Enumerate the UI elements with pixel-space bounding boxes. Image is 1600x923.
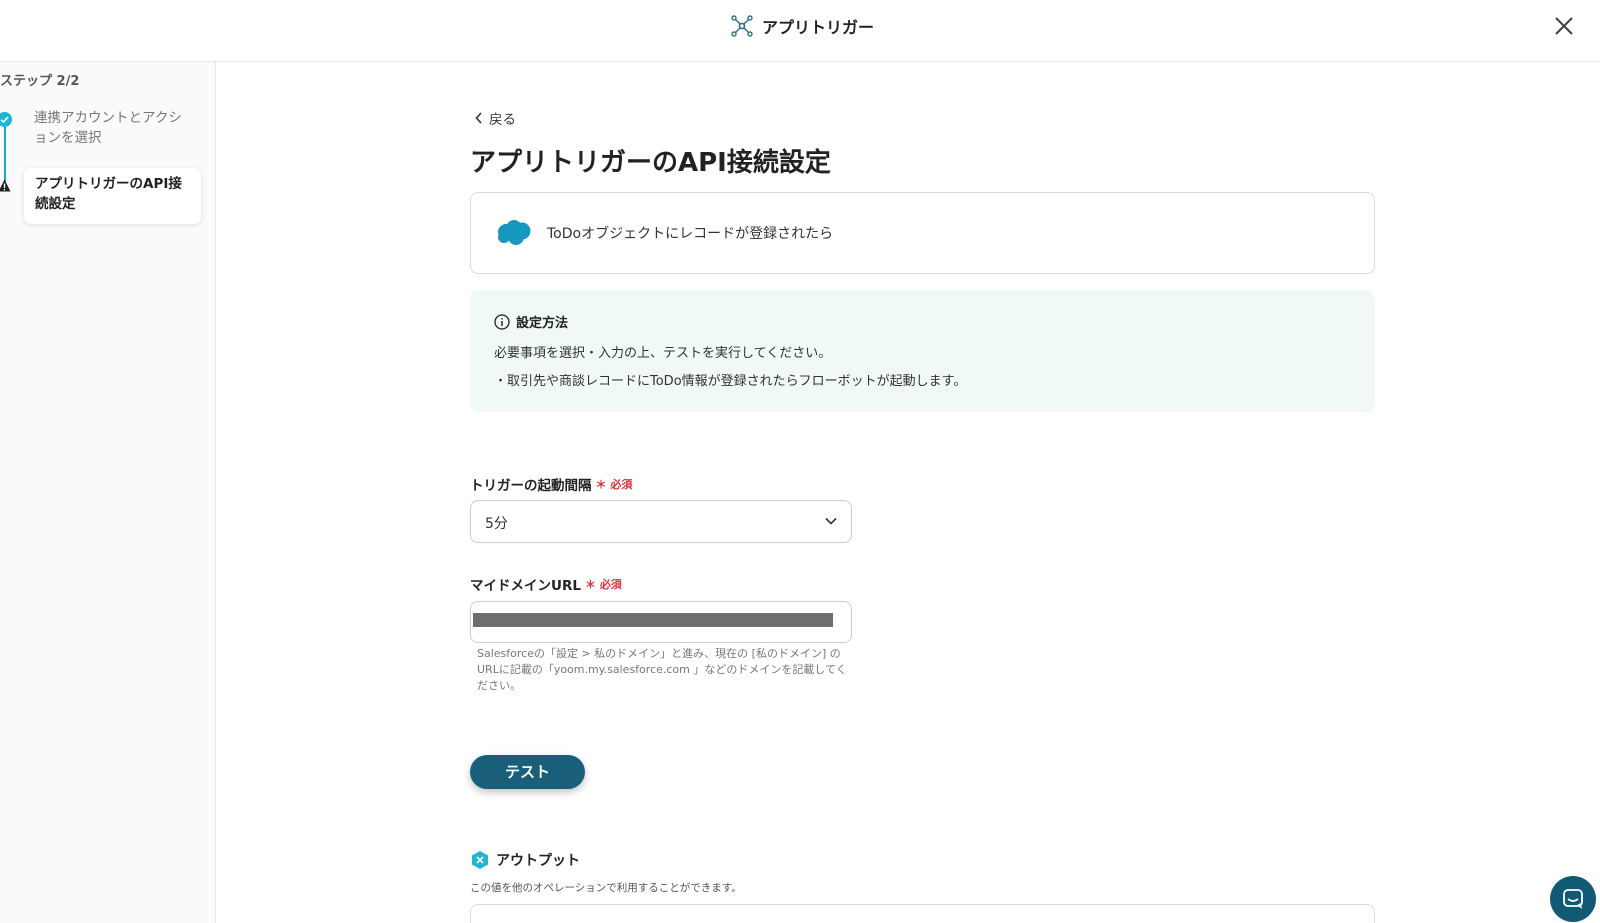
output-heading-text: アウトプット: [496, 853, 580, 869]
network-icon: [731, 15, 753, 37]
output-panel: [470, 904, 1375, 923]
redacted-value: [473, 613, 833, 627]
instructions-panel: 設定方法 必要事項を選択・入力の上、テストを実行してください。 ・取引先や商談レ…: [470, 290, 1375, 412]
required-badge: ＊ 必須: [595, 478, 633, 491]
page-title: アプリトリガーのAPI接続設定: [470, 148, 831, 178]
instructions-line-2: ・取引先や商談レコードにToDo情報が登録されたらフローボットが起動します。: [494, 374, 967, 389]
step-connector: [4, 120, 6, 184]
output-heading: アウトプット: [470, 850, 580, 870]
chevron-left-icon: [475, 112, 482, 124]
step-counter: ステップ 2/2: [0, 74, 80, 89]
domain-label-text: マイドメインURL: [470, 578, 581, 594]
output-icon: [472, 851, 488, 869]
sidebar-step-api-settings[interactable]: アプリトリガーのAPI接続設定: [24, 168, 201, 224]
instructions-heading: 設定方法: [494, 312, 568, 331]
check-icon: [0, 112, 12, 127]
back-link[interactable]: 戻る: [475, 108, 516, 128]
header-title-group: アプリトリガー: [730, 14, 874, 38]
required-badge: ＊ 必須: [584, 578, 622, 591]
chevron-down-icon: [825, 517, 837, 525]
warning-icon: [0, 179, 11, 192]
instructions-line-1: 必要事項を選択・入力の上、テストを実行してください。: [494, 346, 832, 361]
step-sidebar: ステップ 2/2 連携アカウントとアクションを選択 アプリトリガーのAPI接続設…: [0, 62, 216, 923]
domain-field-hint: Salesforceの「設定 > 私のドメイン」と進み、現在の [私のドメイン]…: [477, 647, 847, 692]
chat-icon: [1563, 889, 1583, 909]
output-description: この値を他のオペレーションで利用することができます。: [470, 882, 742, 894]
domain-field-label: マイドメインURL ＊ 必須: [470, 574, 622, 594]
back-label: 戻る: [489, 112, 516, 128]
trigger-interval-value: 5分: [485, 516, 508, 532]
trigger-interval-select[interactable]: 5分: [470, 500, 852, 543]
test-button[interactable]: テスト: [470, 755, 585, 789]
top-bar: アプリトリガー: [0, 0, 1600, 62]
header-title: アプリトリガー: [762, 18, 875, 37]
interval-label-text: トリガーの起動間隔: [470, 478, 592, 494]
instructions-heading-text: 設定方法: [516, 316, 569, 331]
trigger-action-label: ToDoオブジェクトにレコードが登録されたら: [547, 226, 834, 242]
salesforce-icon: [498, 220, 531, 245]
info-icon: [494, 313, 510, 330]
chat-support-button[interactable]: [1550, 876, 1596, 922]
interval-field-label: トリガーの起動間隔 ＊ 必須: [470, 474, 632, 494]
sidebar-step-select-account[interactable]: 連携アカウントとアクションを選択: [34, 108, 194, 148]
close-icon[interactable]: [1552, 14, 1576, 38]
my-domain-url-input[interactable]: [470, 601, 852, 643]
trigger-action-card: ToDoオブジェクトにレコードが登録されたら: [470, 192, 1375, 274]
